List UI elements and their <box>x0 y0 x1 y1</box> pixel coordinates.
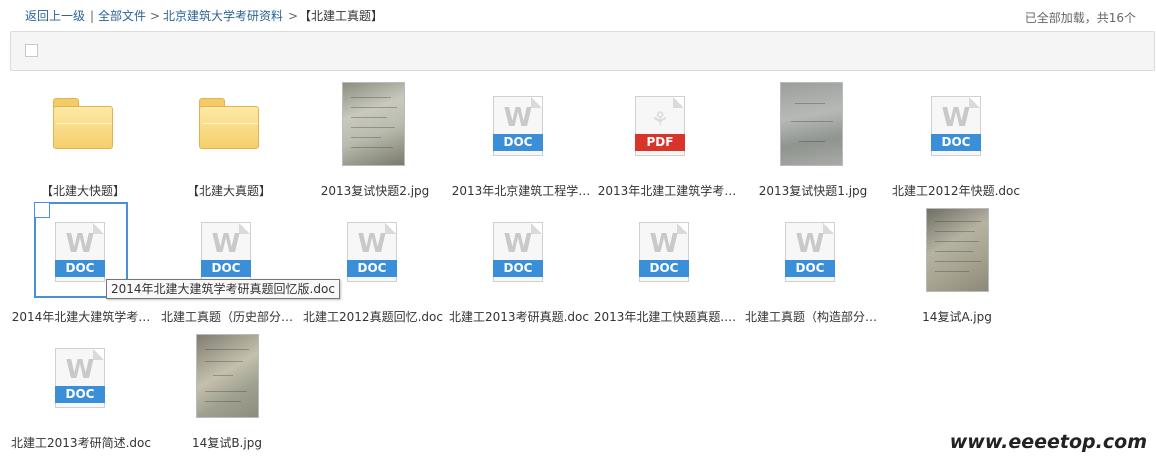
file-name: 北建工2013考研简述.doc <box>11 436 151 450</box>
file-tile[interactable]: 【北建大快题】 <box>10 84 156 204</box>
folder-icon <box>199 96 259 150</box>
file-name: 2013年北京建筑工程学… <box>451 184 591 198</box>
file-name: 北建工2012真题回忆.doc <box>303 310 443 324</box>
file-tile[interactable]: 2013复试快题2.jpg <box>302 82 448 204</box>
file-tile[interactable]: 2013复试快题1.jpg <box>740 82 886 204</box>
doc-file-icon: W DOC <box>493 222 543 282</box>
watermark: www.eeeetop.com <box>949 431 1147 453</box>
file-name: 14复试B.jpg <box>192 436 262 450</box>
file-tile[interactable]: ⚘ PDF 2013年北建工建筑学考… <box>594 84 740 204</box>
file-name: 2013复试快题2.jpg <box>320 184 430 198</box>
file-name: 北建工真题（构造部分… <box>744 310 877 324</box>
back-link[interactable]: 返回上一级 <box>25 9 85 23</box>
doc-file-icon: W DOC <box>201 222 251 282</box>
doc-file-icon: W DOC <box>931 96 981 156</box>
doc-file-icon: W DOC <box>55 348 105 408</box>
file-name: 14复试A.jpg <box>922 310 992 324</box>
file-tile[interactable]: W DOC 北建工2013考研真题.doc <box>446 210 592 330</box>
file-name: 2014年北建大建筑学考… <box>11 310 151 324</box>
file-name: 【北建大真题】 <box>186 184 271 198</box>
doc-file-icon: W DOC <box>347 222 397 282</box>
filename-tooltip: 2014年北建大建筑学考研真题回忆版.doc <box>106 279 340 299</box>
doc-file-icon: W DOC <box>785 222 835 282</box>
file-tile[interactable]: W DOC 北建工2013考研简述.doc <box>8 336 154 456</box>
image-thumbnail <box>926 208 989 292</box>
doc-file-icon: W DOC <box>639 222 689 282</box>
breadcrumb-divider: | <box>90 9 95 23</box>
file-tile[interactable]: W DOC 2013年北建工快题真题.… <box>592 210 738 330</box>
file-name: 2013复试快题1.jpg <box>758 184 868 198</box>
doc-file-icon: W DOC <box>55 222 105 282</box>
breadcrumb-current: 【北建工真题】 <box>299 9 384 23</box>
file-name: 北建工2012年快题.doc <box>892 184 1020 198</box>
file-name: 【北建大快题】 <box>40 184 125 198</box>
file-tile[interactable]: W DOC 北建工2012真题回忆.doc <box>300 210 446 330</box>
file-name: 北建工真题（历史部分… <box>160 310 293 324</box>
breadcrumb-separator: > <box>288 9 299 23</box>
file-tile[interactable]: 14复试A.jpg <box>884 208 1030 330</box>
file-tile[interactable]: W DOC 2014年北建大建筑学考… <box>8 210 154 330</box>
file-name: 2013年北建工建筑学考… <box>597 184 737 198</box>
select-all-checkbox[interactable] <box>25 44 38 57</box>
doc-file-icon: W DOC <box>493 96 543 156</box>
toolbar <box>10 31 1155 71</box>
file-tile[interactable]: W DOC 北建工2012年快题.doc <box>883 84 1029 204</box>
breadcrumb-separator: > <box>150 9 161 23</box>
file-tile[interactable]: 【北建大真题】 <box>156 84 302 204</box>
file-name: 2013年北建工快题真题.… <box>593 310 737 324</box>
image-thumbnail <box>780 82 843 166</box>
breadcrumb-all-files[interactable]: 全部文件 <box>98 9 146 23</box>
top-bar: 返回上一级 | 全部文件 > 北京建筑大学考研资料 > 【北建工真题】 已全部加… <box>0 0 1156 30</box>
file-tile[interactable]: W DOC 北建工真题（历史部分… <box>154 210 300 330</box>
load-status: 已全部加载，共16个 <box>1024 11 1136 25</box>
file-tile[interactable]: W DOC 北建工真题（构造部分… <box>738 210 884 330</box>
pdf-file-icon: ⚘ PDF <box>635 96 685 156</box>
image-thumbnail <box>342 82 405 166</box>
file-tile[interactable]: 14复试B.jpg <box>154 334 300 456</box>
file-name: 北建工2013考研真题.doc <box>449 310 589 324</box>
file-tile[interactable]: W DOC 2013年北京建筑工程学… <box>448 84 594 204</box>
breadcrumb-folder[interactable]: 北京建筑大学考研资料 <box>163 9 283 23</box>
image-thumbnail <box>196 334 259 418</box>
folder-icon <box>53 96 113 150</box>
